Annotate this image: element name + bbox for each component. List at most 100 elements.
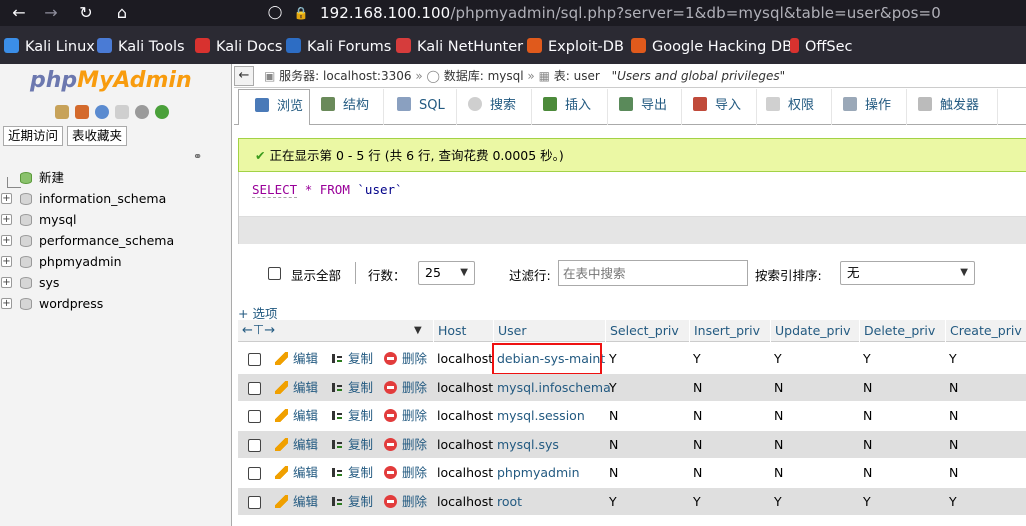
tree-item-wordpress[interactable]: + wordpress xyxy=(0,293,232,314)
copy-button[interactable]: 复制 xyxy=(330,402,373,430)
column-header-host[interactable]: Host xyxy=(433,320,493,342)
expand-icon[interactable]: + xyxy=(1,235,12,246)
cell-insert-priv: N xyxy=(693,379,703,395)
lock-icon[interactable]: 🔒 xyxy=(290,2,312,24)
edit-button[interactable]: 编辑 xyxy=(275,374,318,402)
copy-button[interactable]: 复制 xyxy=(330,345,373,373)
tab-browse[interactable]: 浏览 xyxy=(238,89,310,125)
bookmark-kali-linux[interactable]: Kali Linux xyxy=(4,26,95,64)
delete-button[interactable]: 删除 xyxy=(384,345,427,373)
collapse-nav-button[interactable]: ← xyxy=(234,66,254,86)
tree-item-performance-schema[interactable]: + performance_schema xyxy=(0,230,232,251)
chevron-down-icon[interactable]: ▼ xyxy=(414,320,422,342)
tree-item-information-schema[interactable]: + information_schema xyxy=(0,188,232,209)
cell-user[interactable]: root xyxy=(493,488,522,516)
tree-item-sys[interactable]: + sys xyxy=(0,272,232,293)
cell-delete-priv: N xyxy=(863,408,873,423)
expand-icon[interactable]: + xyxy=(1,277,12,288)
copy-button[interactable]: 复制 xyxy=(330,431,373,459)
column-resize-icon[interactable]: ←⊤→ xyxy=(242,320,275,342)
edit-button[interactable]: 编辑 xyxy=(275,459,318,487)
row-checkbox[interactable] xyxy=(248,438,261,452)
edit-button[interactable]: 编辑 xyxy=(275,345,318,373)
column-header-delete-priv[interactable]: Delete_priv xyxy=(859,320,945,342)
tab-import[interactable]: 导入 xyxy=(683,89,757,125)
column-header-user[interactable]: User xyxy=(493,320,605,342)
tree-item-new[interactable]: 新建 xyxy=(0,167,232,188)
delete-button[interactable]: 删除 xyxy=(384,431,427,459)
bookmark-kali-nethunter[interactable]: Kali NetHunter xyxy=(396,26,523,64)
expand-icon[interactable]: + xyxy=(1,214,12,225)
edit-button[interactable]: 编辑 xyxy=(275,488,318,516)
breadcrumb-server[interactable]: 服务器: localhost:3306 xyxy=(279,69,411,83)
phpmyadmin-logo[interactable]: phpMyAdmin xyxy=(30,68,192,93)
bookmark-google-hacking-db[interactable]: Google Hacking DB xyxy=(631,26,792,64)
cell-user[interactable]: debian-sys-maint xyxy=(492,343,605,375)
copy-button[interactable]: 复制 xyxy=(330,488,373,516)
bookmark-kali-tools[interactable]: Kali Tools xyxy=(97,26,185,64)
refresh-icon[interactable] xyxy=(155,105,170,119)
tab-operations[interactable]: 操作 xyxy=(833,89,907,125)
tree-item-phpmyadmin[interactable]: + phpmyadmin xyxy=(0,251,232,272)
bookmark-kali-docs[interactable]: Kali Docs xyxy=(195,26,282,64)
column-header-create-priv[interactable]: Create_priv xyxy=(945,320,1026,342)
back-arrow-icon[interactable]: ← xyxy=(8,2,30,24)
docs-icon[interactable] xyxy=(115,105,130,119)
favorites-button[interactable]: 表收藏夹 xyxy=(67,126,128,146)
tab-triggers[interactable]: 触发器 xyxy=(908,89,998,125)
filter-input[interactable] xyxy=(558,260,748,286)
rows-select[interactable]: 25 ▼ xyxy=(418,261,475,285)
delete-button[interactable]: 删除 xyxy=(384,488,427,516)
tab-insert[interactable]: 插入 xyxy=(533,89,608,125)
home-icon[interactable] xyxy=(55,105,69,119)
tab-structure[interactable]: 结构 xyxy=(311,89,384,125)
shield-icon[interactable]: ◯ xyxy=(264,2,286,24)
sql-query[interactable]: SELECT * FROM `user` xyxy=(239,172,1026,217)
recent-button[interactable]: 近期访问 xyxy=(3,126,64,146)
column-header-select-priv[interactable]: Select_priv xyxy=(605,320,689,342)
address-bar[interactable]: 192.168.100.100/phpmyadmin/sql.php?serve… xyxy=(320,3,941,23)
column-header-update-priv[interactable]: Update_priv xyxy=(770,320,859,342)
cell-user[interactable]: phpmyadmin xyxy=(493,459,580,487)
breadcrumb-table[interactable]: 表: user xyxy=(554,69,600,83)
bookmark-offsec[interactable]: OffSec xyxy=(790,26,853,64)
cell-user[interactable]: mysql.session xyxy=(493,402,585,430)
column-header-insert-priv[interactable]: Insert_priv xyxy=(689,320,770,342)
exit-icon[interactable] xyxy=(75,105,90,119)
row-checkbox[interactable] xyxy=(248,381,261,395)
row-checkbox[interactable] xyxy=(248,353,261,366)
tab-sql[interactable]: SQL xyxy=(385,89,457,125)
delete-button[interactable]: 删除 xyxy=(384,459,427,487)
row-checkbox[interactable] xyxy=(248,410,261,423)
show-all-checkbox[interactable] xyxy=(268,267,281,280)
bookmark-exploit-db[interactable]: Exploit-DB xyxy=(527,26,624,64)
row-checkbox[interactable] xyxy=(248,495,261,509)
reload-icon[interactable]: ↻ xyxy=(75,2,97,24)
edit-button[interactable]: 编辑 xyxy=(275,431,318,459)
copy-button[interactable]: 复制 xyxy=(330,374,373,402)
forward-arrow-icon[interactable]: → xyxy=(40,2,62,24)
tab-privileges[interactable]: 权限 xyxy=(758,89,832,125)
expand-icon[interactable]: + xyxy=(1,193,12,204)
expand-icon[interactable]: + xyxy=(1,256,12,267)
cell-user[interactable]: mysql.infoschema xyxy=(493,374,611,402)
cell-user[interactable]: mysql.sys xyxy=(493,431,559,459)
breadcrumb-database[interactable]: 数据库: mysql xyxy=(444,69,524,83)
row-checkbox[interactable] xyxy=(248,467,261,480)
expand-icon[interactable]: + xyxy=(1,298,12,309)
help-icon[interactable] xyxy=(95,105,110,119)
tab-export[interactable]: 导出 xyxy=(609,89,682,125)
delete-button[interactable]: 删除 xyxy=(384,402,427,430)
pencil-icon xyxy=(275,466,288,479)
bookmark-kali-forums[interactable]: Kali Forums xyxy=(286,26,391,64)
tree-item-mysql[interactable]: + mysql xyxy=(0,209,232,230)
link-icon[interactable]: ⚭ xyxy=(193,150,202,163)
separator-icon: » xyxy=(527,69,539,83)
copy-button[interactable]: 复制 xyxy=(330,459,373,487)
gear-icon[interactable] xyxy=(135,105,150,119)
tab-search[interactable]: 搜索 xyxy=(458,89,532,125)
sort-select[interactable]: 无 ▼ xyxy=(840,261,975,285)
edit-button[interactable]: 编辑 xyxy=(275,402,318,430)
delete-button[interactable]: 删除 xyxy=(384,374,427,402)
home-icon[interactable]: ⌂ xyxy=(111,2,133,24)
